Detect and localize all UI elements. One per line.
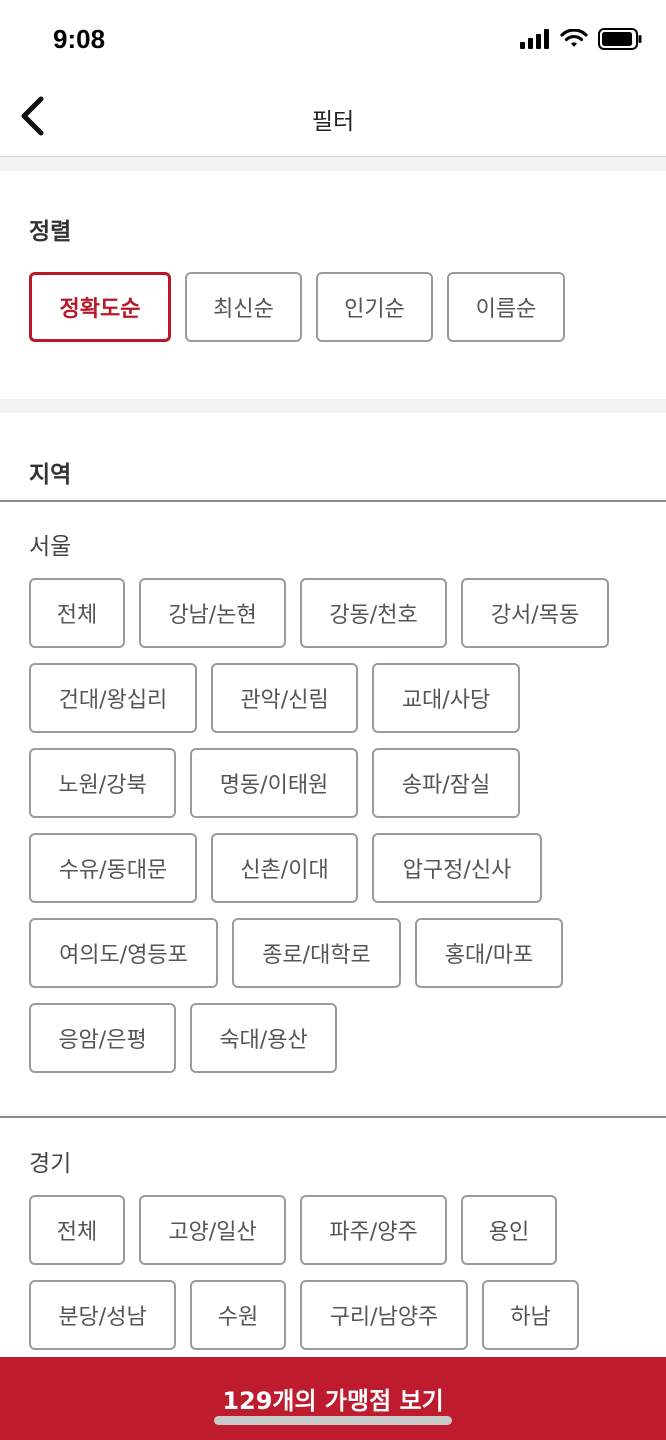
region-chip[interactable]: 종로/대학로 [232, 918, 401, 988]
region-chip[interactable]: 용인 [461, 1195, 557, 1265]
view-stores-button[interactable]: 129개의 가맹점 보기 [0, 1357, 666, 1440]
region-chip[interactable]: 구리/남양주 [300, 1280, 468, 1350]
region-group-gyeonggi: 경기 [29, 1151, 72, 1177]
region-group-seoul: 서울 [29, 534, 72, 560]
status-time: 9:08 [53, 24, 106, 54]
divider [0, 1116, 666, 1118]
region-chip[interactable]: 수유/동대문 [29, 833, 197, 903]
signal-icon [520, 29, 550, 53]
region-chip[interactable]: 여의도/영등포 [29, 918, 218, 988]
region-chip[interactable]: 전체 [29, 1195, 125, 1265]
sort-option-popular[interactable]: 인기순 [316, 272, 433, 342]
section-divider [0, 399, 666, 413]
nav-bar: 필터 [0, 80, 666, 157]
region-chip[interactable]: 명동/이태원 [190, 748, 358, 818]
region-chip[interactable]: 강서/목동 [461, 578, 609, 648]
region-chip[interactable]: 송파/잠실 [372, 748, 520, 818]
region-section-title: 지역 [29, 462, 72, 488]
region-chip[interactable]: 노원/강북 [29, 748, 176, 818]
region-chip[interactable]: 홍대/마포 [415, 918, 563, 988]
region-chip[interactable]: 분당/성남 [29, 1280, 176, 1350]
region-chip[interactable]: 하남 [482, 1280, 579, 1350]
status-bar: 9:08 [0, 0, 666, 80]
view-stores-label: 129개의 가맹점 보기 [222, 1387, 444, 1415]
region-chip[interactable]: 파주/양주 [300, 1195, 447, 1265]
region-chip[interactable]: 관악/신림 [211, 663, 358, 733]
sort-option-name[interactable]: 이름순 [447, 272, 565, 342]
section-divider [0, 157, 666, 171]
region-chip[interactable]: 교대/사당 [372, 663, 520, 733]
wifi-icon [560, 28, 588, 53]
region-chip[interactable]: 강동/천호 [300, 578, 447, 648]
region-chip[interactable]: 고양/일산 [139, 1195, 286, 1265]
home-indicator [214, 1416, 452, 1425]
region-chip[interactable]: 수원 [190, 1280, 286, 1350]
region-chip[interactable]: 신촌/이대 [211, 833, 358, 903]
sort-option-latest[interactable]: 최신순 [185, 272, 302, 342]
sort-option-accuracy[interactable]: 정확도순 [29, 272, 171, 342]
region-chip[interactable]: 건대/왕십리 [29, 663, 197, 733]
region-chip[interactable]: 응암/은평 [29, 1003, 176, 1073]
sort-section-title: 정렬 [29, 219, 72, 245]
region-chip[interactable]: 숙대/용산 [190, 1003, 337, 1073]
region-chip[interactable]: 강남/논현 [139, 578, 286, 648]
page-title: 필터 [311, 109, 355, 135]
divider [0, 500, 666, 502]
region-chip[interactable]: 전체 [29, 578, 125, 648]
battery-icon [598, 28, 642, 54]
region-chip[interactable]: 압구정/신사 [372, 833, 542, 903]
